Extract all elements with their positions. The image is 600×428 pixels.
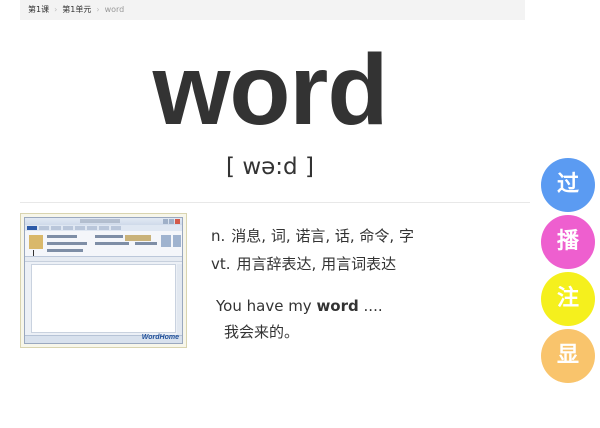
ribbon-toolbar	[25, 231, 182, 257]
example-highlight-word: word	[316, 297, 359, 315]
definitions: n. 消息, 词, 诺言, 话, 命令, 字 vt. 用言辞表达, 用言词表达	[211, 222, 414, 278]
definition-noun: n. 消息, 词, 诺言, 话, 命令, 字	[211, 222, 414, 250]
page: 第1课 › 第1单元 › word word [ wə:d ] WordHome…	[0, 0, 600, 428]
breadcrumb-lesson-link[interactable]: 第1课	[28, 5, 49, 14]
breadcrumb: 第1课 › 第1单元 › word	[20, 0, 525, 20]
part-of-speech: vt.	[211, 255, 231, 273]
example-chinese: 我会来的。	[224, 323, 300, 341]
part-of-speech: n.	[211, 227, 226, 245]
divider	[20, 202, 530, 203]
annotate-button[interactable]: 注	[541, 272, 595, 326]
breadcrumb-current: word	[104, 5, 125, 14]
text-caret	[33, 250, 34, 256]
definition-text: 消息, 词, 诺言, 话, 命令, 字	[231, 227, 414, 245]
side-button-group: 过 播 注 显	[541, 158, 595, 386]
wordhome-logo: WordHome	[141, 334, 179, 341]
definition-verb: vt. 用言辞表达, 用言词表达	[211, 250, 414, 278]
ruler	[25, 257, 182, 262]
definition-text: 用言辞表达, 用言词表达	[236, 255, 397, 273]
example-english: You have my word ....	[216, 297, 383, 315]
word-illustration-image: WordHome	[20, 213, 187, 348]
breadcrumb-separator: ›	[54, 5, 58, 14]
example-sentence: You have my word .... 我会来的。	[216, 293, 383, 345]
breadcrumb-separator: ›	[96, 5, 100, 14]
word-window-screenshot: WordHome	[24, 217, 183, 344]
window-titlebar	[25, 218, 182, 225]
scrollbar	[177, 264, 182, 335]
show-meaning-button[interactable]: 显	[541, 329, 595, 383]
phonetic-transcription: [ wə:d ]	[226, 154, 314, 180]
headword: word	[152, 34, 389, 146]
pass-button[interactable]: 过	[541, 158, 595, 212]
breadcrumb-unit-link[interactable]: 第1单元	[62, 5, 91, 14]
document-area	[31, 264, 176, 333]
play-audio-button[interactable]: 播	[541, 215, 595, 269]
